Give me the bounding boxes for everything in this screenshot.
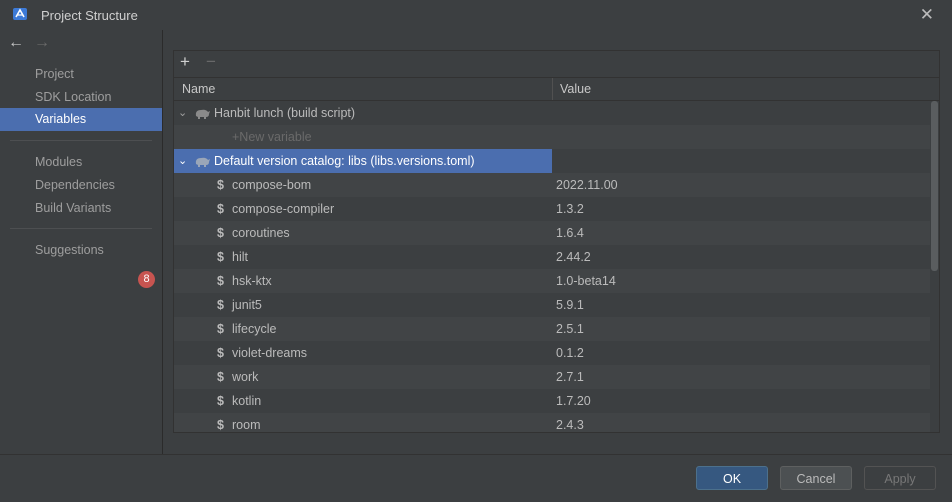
- variable-name: junit5: [232, 298, 262, 312]
- variable-value[interactable]: 0.1.2: [556, 341, 584, 365]
- dollar-icon: $: [217, 322, 224, 336]
- variable-value[interactable]: 2.44.2: [556, 245, 591, 269]
- suggestions-count-badge: 8: [138, 271, 155, 288]
- variable-value[interactable]: 2.7.1: [556, 365, 584, 389]
- variable-name: hilt: [232, 250, 248, 264]
- variable-value[interactable]: 1.0-beta14: [556, 269, 616, 293]
- close-icon[interactable]: ✕: [920, 5, 934, 25]
- group-row-build-script[interactable]: ⌄ Hanbit lunch (build script): [174, 101, 930, 125]
- variable-value[interactable]: 2.4.3: [556, 413, 584, 432]
- column-header-value[interactable]: Value: [560, 82, 591, 96]
- variable-name: room: [232, 418, 261, 432]
- dollar-icon: $: [217, 250, 224, 264]
- gradle-elephant-icon: [195, 109, 210, 119]
- group-title: Default version catalog: libs (libs.vers…: [214, 154, 475, 168]
- dollar-icon: $: [217, 418, 224, 432]
- remove-icon[interactable]: −: [206, 52, 216, 72]
- column-divider[interactable]: [552, 78, 553, 100]
- variable-name: kotlin: [232, 394, 262, 408]
- ok-button[interactable]: OK: [696, 466, 768, 490]
- back-arrow-icon[interactable]: ←: [8, 34, 24, 52]
- sidebar-item-build-variants[interactable]: Build Variants: [0, 197, 162, 220]
- sidebar-item-suggestions[interactable]: Suggestions: [0, 239, 162, 262]
- dollar-icon: $: [217, 370, 224, 384]
- chevron-down-icon[interactable]: ⌄: [178, 101, 187, 125]
- variable-value[interactable]: 1.6.4: [556, 221, 584, 245]
- window-title: Project Structure: [41, 8, 138, 23]
- new-variable-link[interactable]: +New variable: [232, 125, 312, 149]
- variable-name: work: [232, 370, 259, 384]
- chevron-down-icon[interactable]: ⌄: [178, 149, 187, 173]
- variable-value[interactable]: 1.3.2: [556, 197, 584, 221]
- android-studio-icon: [13, 8, 27, 20]
- variables-toolbar: + −: [174, 51, 939, 75]
- add-icon[interactable]: +: [180, 52, 190, 72]
- sidebar-divider: [10, 140, 152, 141]
- sidebar-item-project[interactable]: Project: [0, 63, 162, 86]
- table-row[interactable]: $ hsk-ktx 1.0-beta14: [174, 269, 930, 293]
- variable-value[interactable]: 2.5.1: [556, 317, 584, 341]
- sidebar-item-dependencies[interactable]: Dependencies: [0, 174, 162, 197]
- table-row[interactable]: $ compose-compiler 1.3.2: [174, 197, 930, 221]
- variable-value[interactable]: 5.9.1: [556, 293, 584, 317]
- variable-name: violet-dreams: [232, 346, 308, 360]
- table-row[interactable]: $ hilt 2.44.2: [174, 245, 930, 269]
- variable-name: lifecycle: [232, 322, 277, 336]
- dollar-icon: $: [217, 178, 224, 192]
- variables-panel: + − Name Value ⌄ Hanbit lunch (build scr…: [173, 50, 940, 433]
- sidebar-item-modules[interactable]: Modules: [0, 151, 162, 174]
- variable-value[interactable]: 1.7.20: [556, 389, 591, 413]
- table-row[interactable]: $ junit5 5.9.1: [174, 293, 930, 317]
- table-row[interactable]: $ violet-dreams 0.1.2: [174, 341, 930, 365]
- dollar-icon: $: [217, 202, 224, 216]
- dollar-icon: $: [217, 394, 224, 408]
- column-header-name[interactable]: Name: [182, 82, 215, 96]
- dollar-icon: $: [217, 226, 224, 240]
- scrollbar-thumb[interactable]: [931, 101, 938, 271]
- variable-name: compose-compiler: [232, 202, 335, 216]
- new-variable-row[interactable]: +New variable: [174, 125, 930, 149]
- dollar-icon: $: [217, 274, 224, 288]
- sidebar-item-sdk-location[interactable]: SDK Location: [0, 86, 162, 109]
- title-bar: Project Structure ✕: [0, 0, 952, 30]
- variables-tree: ⌄ Hanbit lunch (build script) +New varia…: [174, 101, 930, 432]
- variable-name: coroutines: [232, 226, 290, 240]
- table-row[interactable]: $ kotlin 1.7.20: [174, 389, 930, 413]
- sidebar-divider: [10, 228, 152, 229]
- group-row-version-catalog[interactable]: ⌄ Default version catalog: libs (libs.ve…: [174, 149, 930, 173]
- table-row[interactable]: $ room 2.4.3: [174, 413, 930, 432]
- table-header: Name Value: [174, 77, 939, 101]
- apply-button[interactable]: Apply: [864, 466, 936, 490]
- table-row[interactable]: $ compose-bom 2022.11.00: [174, 173, 930, 197]
- variable-value[interactable]: 2022.11.00: [556, 173, 618, 197]
- vertical-scrollbar[interactable]: [931, 101, 939, 432]
- sidebar-item-variables[interactable]: Variables: [0, 108, 162, 131]
- dialog-footer: OK Cancel Apply: [0, 454, 952, 502]
- table-row[interactable]: $ coroutines 1.6.4: [174, 221, 930, 245]
- dollar-icon: $: [217, 346, 224, 360]
- gradle-elephant-icon: [195, 157, 210, 167]
- dollar-icon: $: [217, 298, 224, 312]
- sidebar: ← → Project SDK Location Variables Modul…: [0, 30, 163, 454]
- variable-name: compose-bom: [232, 178, 312, 192]
- cancel-button[interactable]: Cancel: [780, 466, 852, 490]
- group-title: Hanbit lunch (build script): [214, 106, 356, 120]
- forward-arrow-icon[interactable]: →: [34, 34, 50, 52]
- table-row[interactable]: $ work 2.7.1: [174, 365, 930, 389]
- variable-name: hsk-ktx: [232, 274, 272, 288]
- table-row[interactable]: $ lifecycle 2.5.1: [174, 317, 930, 341]
